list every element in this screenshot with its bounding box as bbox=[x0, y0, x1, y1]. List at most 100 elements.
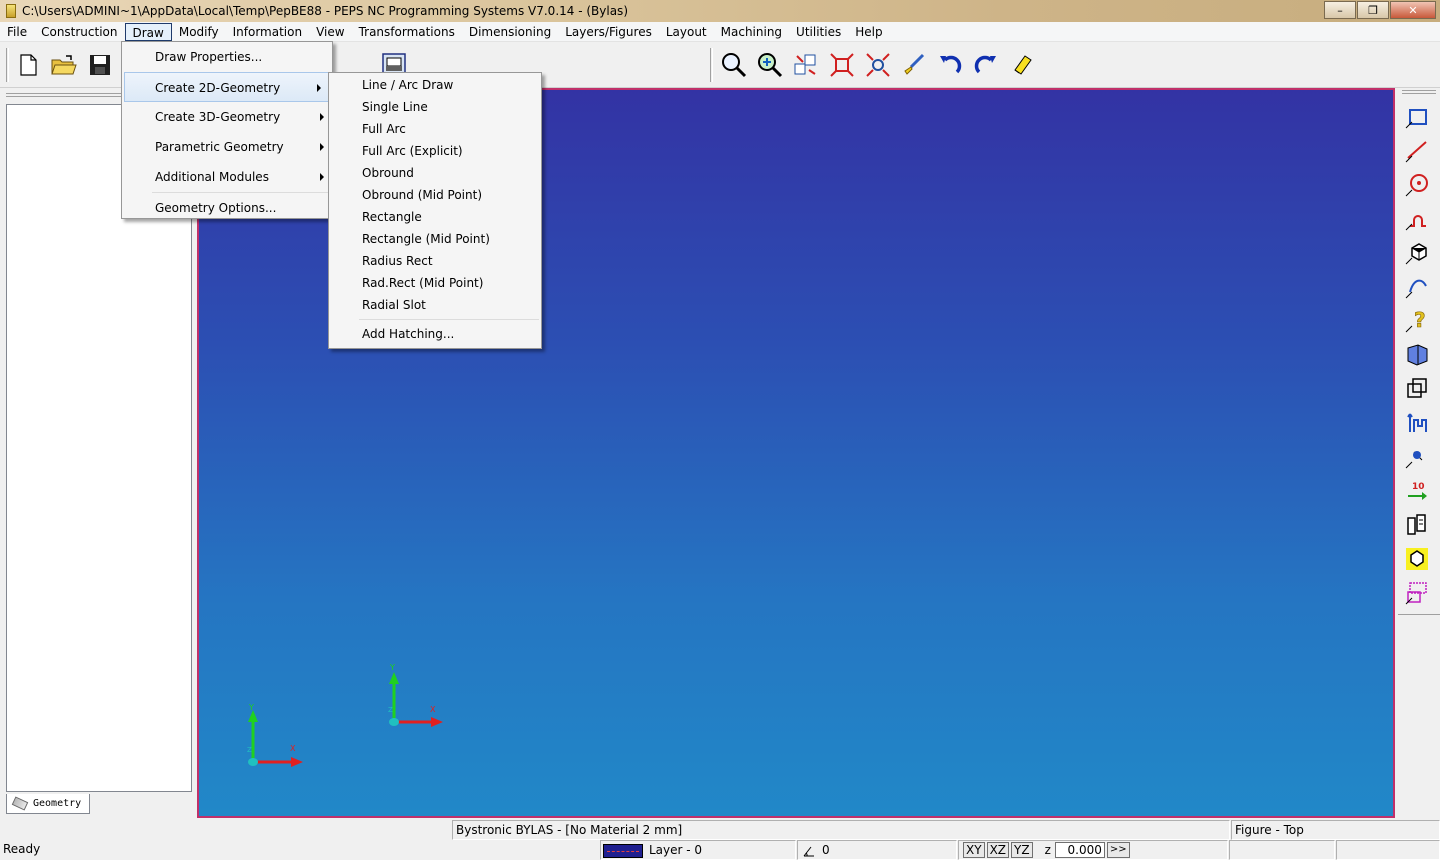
tool-library-icon[interactable] bbox=[1402, 510, 1432, 540]
layer-color-swatch bbox=[603, 843, 643, 858]
plane-xz-button[interactable]: XZ bbox=[986, 842, 1010, 858]
menu-create-2d-geometry-label: Create 2D-Geometry bbox=[155, 81, 281, 95]
pan-view-icon[interactable] bbox=[792, 51, 820, 79]
dimension-tool-icon[interactable] bbox=[1402, 408, 1432, 438]
menu-draw[interactable]: Draw bbox=[124, 22, 172, 41]
plane-yz-button[interactable]: YZ bbox=[1011, 842, 1033, 858]
menu-draw-properties[interactable]: Draw Properties... bbox=[122, 42, 332, 72]
zoom-icon[interactable] bbox=[720, 51, 748, 79]
close-button[interactable]: ✕ bbox=[1390, 1, 1436, 19]
fit-all-icon[interactable] bbox=[828, 51, 856, 79]
submenu-arrow-icon bbox=[320, 173, 324, 181]
status-bar-bottom: Ready Layer - 0 0 XY XZ YZ z 0.000 >> bbox=[0, 840, 1440, 860]
menu-obround-mid-point[interactable]: Obround (Mid Point) bbox=[329, 184, 541, 206]
menu-layout[interactable]: Layout bbox=[659, 23, 714, 41]
line-tool-icon[interactable] bbox=[1402, 136, 1432, 166]
status-empty bbox=[0, 820, 452, 840]
submenu-arrow-icon bbox=[320, 143, 324, 151]
tab-geometry-label: Geometry bbox=[33, 798, 82, 809]
z-next-button[interactable]: >> bbox=[1106, 842, 1130, 858]
query-tool-icon[interactable]: ? bbox=[1402, 306, 1432, 336]
open-folder-icon[interactable] bbox=[50, 51, 78, 79]
paint-brush-icon[interactable] bbox=[900, 51, 928, 79]
menu-rectangle[interactable]: Rectangle bbox=[329, 206, 541, 228]
zoom-extents-icon[interactable] bbox=[864, 51, 892, 79]
menu-radial-slot[interactable]: Radial Slot bbox=[329, 294, 541, 316]
z-value-input[interactable]: 0.000 bbox=[1054, 842, 1105, 858]
menu-view[interactable]: View bbox=[309, 23, 351, 41]
menu-modify[interactable]: Modify bbox=[172, 23, 226, 41]
menu-draw-properties-label: Draw Properties... bbox=[155, 50, 263, 64]
local-axis-z-label: Z bbox=[388, 706, 393, 714]
circle-tool-icon[interactable] bbox=[1402, 170, 1432, 200]
title-bar: C:\Users\ADMINI~1\AppData\Local\Temp\Pep… bbox=[0, 0, 1440, 22]
status-angle: 0 bbox=[797, 840, 957, 860]
redo-icon[interactable] bbox=[972, 51, 1000, 79]
status-layer-text: Layer - 0 bbox=[649, 843, 703, 857]
menu-full-arc-explicit[interactable]: Full Arc (Explicit) bbox=[329, 140, 541, 162]
app-icon[interactable] bbox=[6, 4, 16, 18]
undo-icon[interactable] bbox=[936, 51, 964, 79]
menu-create-3d-geometry[interactable]: Create 3D-Geometry bbox=[122, 102, 332, 132]
menu-construction[interactable]: Construction bbox=[34, 23, 124, 41]
menu-parametric-geometry[interactable]: Parametric Geometry bbox=[122, 132, 332, 162]
menu-full-arc[interactable]: Full Arc bbox=[329, 118, 541, 140]
menu-help[interactable]: Help bbox=[848, 23, 889, 41]
status-extra-1 bbox=[1229, 840, 1335, 860]
menu-single-line[interactable]: Single Line bbox=[329, 96, 541, 118]
minimize-button[interactable]: – bbox=[1324, 1, 1356, 19]
menu-line-arc-draw[interactable]: Line / Arc Draw bbox=[329, 74, 541, 96]
local-axis-y-label: Y bbox=[389, 663, 395, 672]
maximize-button[interactable]: ❐ bbox=[1357, 1, 1389, 19]
step-distance-icon[interactable]: 10 bbox=[1402, 476, 1432, 506]
angle-icon bbox=[802, 844, 816, 858]
select-rect-icon[interactable] bbox=[1402, 102, 1432, 132]
new-file-icon[interactable] bbox=[14, 51, 42, 79]
status-angle-value: 0 bbox=[822, 843, 830, 857]
submenu-separator bbox=[359, 319, 539, 320]
save-icon[interactable] bbox=[86, 51, 114, 79]
menu-layers-figures[interactable]: Layers/Figures bbox=[558, 23, 659, 41]
toolbar-grip-2[interactable] bbox=[710, 48, 713, 82]
menu-bar: File Construction Draw Modify Informatio… bbox=[0, 22, 1440, 42]
profile-tool-icon[interactable] bbox=[1402, 204, 1432, 234]
tab-geometry[interactable]: Geometry bbox=[6, 794, 90, 814]
eraser-tab-icon bbox=[11, 796, 29, 811]
menu-additional-modules[interactable]: Additional Modules bbox=[122, 162, 332, 192]
layout-tool-icon[interactable] bbox=[1402, 578, 1432, 608]
zoom-in-icon[interactable] bbox=[756, 51, 784, 79]
menu-add-hatching[interactable]: Add Hatching... bbox=[329, 323, 541, 345]
move-point-icon[interactable] bbox=[1402, 442, 1432, 472]
right-toolbar: ? 10 bbox=[1398, 88, 1440, 618]
menu-create-3d-geometry-label: Create 3D-Geometry bbox=[155, 110, 281, 124]
right-toolbar-divider bbox=[1398, 614, 1440, 615]
menu-dimensioning[interactable]: Dimensioning bbox=[462, 23, 558, 41]
eraser-icon[interactable] bbox=[1008, 51, 1036, 79]
menu-utilities[interactable]: Utilities bbox=[789, 23, 848, 41]
local-axis-indicator: Y X Z bbox=[388, 663, 443, 727]
status-layer[interactable]: Layer - 0 bbox=[600, 840, 796, 860]
wireframe-tool-icon[interactable] bbox=[1402, 374, 1432, 404]
menu-machining[interactable]: Machining bbox=[714, 23, 789, 41]
menu-create-2d-geometry[interactable]: Create 2D-Geometry bbox=[124, 72, 330, 102]
menu-radius-rect[interactable]: Radius Rect bbox=[329, 250, 541, 272]
menu-obround[interactable]: Obround bbox=[329, 162, 541, 184]
submenu-arrow-icon bbox=[320, 113, 324, 121]
menu-geometry-options-label: Geometry Options... bbox=[155, 201, 277, 215]
right-toolbar-grip[interactable] bbox=[1402, 90, 1436, 94]
plane-xy-button[interactable]: XY bbox=[963, 842, 985, 858]
menu-rad-rect-mid-point[interactable]: Rad.Rect (Mid Point) bbox=[329, 272, 541, 294]
cube-tool-icon[interactable] bbox=[1402, 238, 1432, 268]
menu-geometry-options[interactable]: Geometry Options... bbox=[122, 193, 332, 223]
menu-additional-modules-label: Additional Modules bbox=[155, 170, 269, 184]
hexagon-tool-icon[interactable] bbox=[1402, 544, 1432, 574]
global-axis-y-label: Y bbox=[248, 703, 254, 712]
menu-transformations[interactable]: Transformations bbox=[352, 23, 462, 41]
curve-tool-icon[interactable] bbox=[1402, 272, 1432, 302]
menu-file[interactable]: File bbox=[0, 23, 34, 41]
status-plane: XY XZ YZ z 0.000 >> bbox=[958, 840, 1228, 860]
menu-information[interactable]: Information bbox=[226, 23, 309, 41]
menu-rectangle-mid-point[interactable]: Rectangle (Mid Point) bbox=[329, 228, 541, 250]
toolbar-grip[interactable] bbox=[6, 48, 9, 82]
solid-tool-icon[interactable] bbox=[1402, 340, 1432, 370]
